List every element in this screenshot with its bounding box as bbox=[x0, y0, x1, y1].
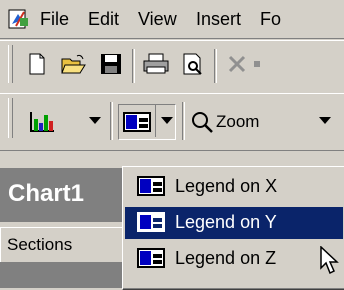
chart-type-icon[interactable] bbox=[22, 106, 62, 138]
legend-dropdown-arrow-icon[interactable] bbox=[161, 117, 173, 125]
legend-on-z-item[interactable]: Legend on Z bbox=[125, 243, 343, 275]
chart-window-titlebar[interactable]: Chart1 bbox=[0, 168, 124, 222]
app-icon[interactable] bbox=[8, 8, 30, 35]
toolbar-separator bbox=[214, 49, 217, 83]
menu-format[interactable]: Fo bbox=[260, 9, 281, 30]
menu-view[interactable]: View bbox=[138, 9, 177, 30]
zoom-button[interactable]: Zoom bbox=[190, 106, 284, 138]
legend-on-y-label: Legend on Y bbox=[175, 212, 277, 232]
zoom-label: Zoom bbox=[216, 112, 260, 131]
legend-button[interactable] bbox=[118, 104, 176, 140]
delete-icon[interactable] bbox=[222, 49, 252, 79]
save-icon[interactable] bbox=[96, 49, 126, 79]
print-preview-icon[interactable] bbox=[178, 49, 208, 79]
menu-file[interactable]: File bbox=[40, 9, 69, 30]
toolbar-grip[interactable] bbox=[8, 98, 13, 138]
legend-on-y-item[interactable]: Legend on Y bbox=[125, 207, 343, 239]
chart-toolbar: Zoom bbox=[0, 93, 344, 151]
open-folder-icon[interactable] bbox=[58, 49, 90, 79]
chart-type-dropdown-icon[interactable] bbox=[88, 114, 102, 128]
menu-edit[interactable]: Edit bbox=[88, 9, 119, 30]
legend-on-x-icon bbox=[137, 176, 165, 201]
chart-window-title: Chart1 bbox=[8, 180, 85, 207]
mouse-cursor-icon bbox=[320, 245, 340, 281]
legend-on-y-icon bbox=[137, 212, 165, 237]
toolbar-separator bbox=[182, 102, 185, 140]
dropdown-arrow-icon[interactable] bbox=[254, 61, 260, 67]
legend-on-z-label: Legend on Z bbox=[175, 248, 277, 268]
standard-toolbar bbox=[0, 40, 344, 94]
sections-label: Sections bbox=[7, 235, 73, 254]
toolbar-separator bbox=[132, 49, 135, 83]
legend-on-z-icon bbox=[137, 248, 165, 273]
legend-on-x-item[interactable]: Legend on X bbox=[125, 171, 343, 203]
print-icon[interactable] bbox=[140, 49, 172, 79]
new-file-icon[interactable] bbox=[22, 49, 52, 79]
magnifier-icon bbox=[192, 112, 213, 133]
toolbar-grip[interactable] bbox=[8, 45, 13, 83]
menu-insert[interactable]: Insert bbox=[196, 9, 241, 30]
menu-bar: File Edit View Insert Fo bbox=[0, 0, 344, 39]
legend-on-x-label: Legend on X bbox=[175, 176, 278, 196]
toolbar-separator bbox=[110, 102, 113, 140]
legend-dropdown-menu: Legend on X Legend on Y Legend on Z bbox=[122, 166, 344, 290]
sections-bar[interactable]: Sections bbox=[0, 227, 126, 263]
zoom-dropdown-icon[interactable] bbox=[318, 114, 332, 128]
